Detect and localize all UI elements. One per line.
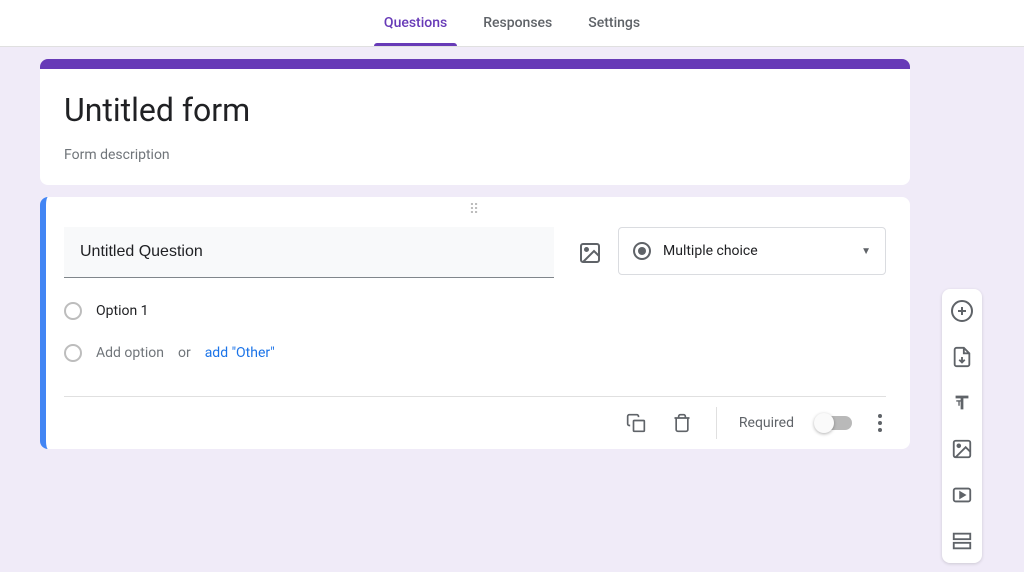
radio-empty-icon — [64, 302, 82, 320]
image-icon — [951, 438, 973, 460]
required-label: Required — [739, 415, 794, 431]
side-toolbar — [942, 289, 982, 563]
plus-circle-icon — [950, 299, 974, 323]
more-vert-icon — [878, 414, 882, 432]
question-title-input[interactable] — [64, 227, 554, 278]
tab-settings[interactable]: Settings — [570, 0, 658, 46]
delete-button[interactable] — [670, 411, 694, 435]
import-icon — [951, 346, 973, 368]
option-row: Option 1 — [64, 302, 886, 320]
import-questions-button[interactable] — [948, 343, 976, 371]
add-option-button[interactable]: Add option — [96, 345, 164, 361]
form-description[interactable]: Form description — [64, 147, 886, 163]
divider — [716, 407, 717, 439]
add-video-button[interactable] — [948, 481, 976, 509]
form-title[interactable]: Untitled form — [64, 91, 886, 129]
add-title-button[interactable] — [948, 389, 976, 417]
add-other-button[interactable]: add "Other" — [205, 345, 275, 361]
question-card: ⠿ Multiple choice ▼ Option 1 Add option … — [40, 197, 910, 449]
top-tabs-bar: Questions Responses Settings — [0, 0, 1024, 47]
video-icon — [951, 484, 973, 506]
tab-questions[interactable]: Questions — [366, 0, 465, 46]
radio-icon — [633, 242, 651, 260]
add-question-button[interactable] — [948, 297, 976, 325]
add-section-button[interactable] — [948, 527, 976, 555]
more-options-button[interactable] — [874, 414, 886, 432]
radio-empty-icon — [64, 344, 82, 362]
duplicate-button[interactable] — [624, 411, 648, 435]
chevron-down-icon: ▼ — [861, 246, 871, 257]
form-header-card: Untitled form Form description — [40, 59, 910, 185]
option-text[interactable]: Option 1 — [96, 303, 149, 319]
text-icon — [951, 392, 973, 414]
required-toggle[interactable] — [816, 416, 852, 430]
add-image-button[interactable] — [578, 241, 602, 265]
tab-responses[interactable]: Responses — [465, 0, 570, 46]
or-text: or — [178, 345, 191, 361]
question-type-label: Multiple choice — [663, 243, 849, 259]
section-icon — [951, 530, 973, 552]
image-icon — [578, 241, 602, 265]
add-image-button-toolbar[interactable] — [948, 435, 976, 463]
copy-icon — [626, 413, 646, 433]
trash-icon — [672, 413, 692, 433]
add-option-row: Add option or add "Other" — [64, 344, 886, 362]
question-type-dropdown[interactable]: Multiple choice ▼ — [618, 227, 886, 275]
drag-handle-icon[interactable]: ⠿ — [64, 205, 886, 223]
